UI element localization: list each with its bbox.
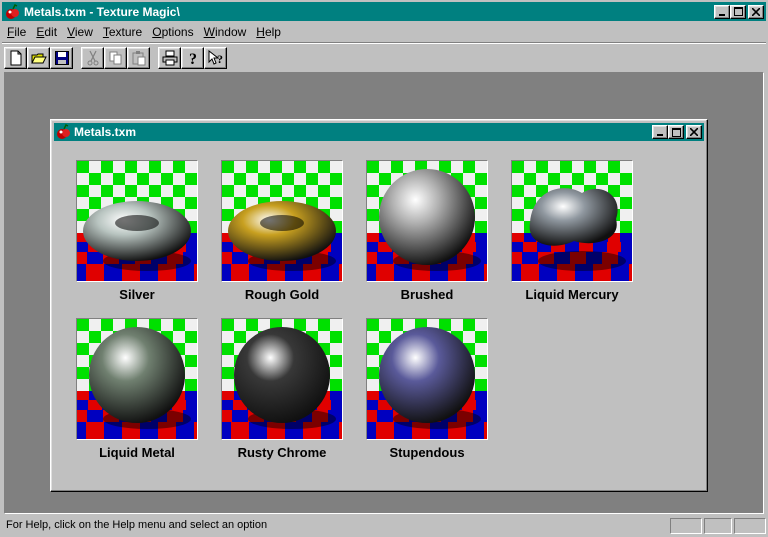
status-indicator-1 <box>670 517 702 534</box>
app-title: Metals.txm - Texture Magic\ <box>24 4 180 19</box>
child-app-icon[interactable] <box>56 123 72 140</box>
texture-thumb[interactable]: Silver <box>76 160 198 306</box>
texture-label: Liquid Metal <box>99 445 175 460</box>
status-indicator-3 <box>734 517 766 534</box>
copy-icon <box>109 51 121 65</box>
texture-preview[interactable] <box>221 160 343 282</box>
child-maximize-button[interactable] <box>668 125 684 139</box>
svg-text:?: ? <box>189 51 197 66</box>
paste-button[interactable] <box>127 47 150 69</box>
print-button[interactable] <box>158 47 181 69</box>
print-icon <box>162 50 177 66</box>
close-icon <box>690 128 698 136</box>
maximize-icon <box>671 127 681 137</box>
close-icon <box>752 7 760 16</box>
menu-help[interactable]: Help <box>251 23 286 41</box>
close-button[interactable] <box>748 4 764 19</box>
texture-label: Rusty Chrome <box>237 445 327 460</box>
save-icon <box>54 51 69 65</box>
texture-thumb[interactable]: Brushed <box>366 160 488 306</box>
child-window: Metals.txm Silver Rough Gold Brushed Liquid… <box>50 119 708 492</box>
menu-edit[interactable]: Edit <box>31 23 62 41</box>
minimize-icon <box>719 13 725 16</box>
menu-texture[interactable]: Texture <box>98 23 147 41</box>
texture-thumb[interactable]: Rusty Chrome <box>221 318 343 464</box>
svg-text:?: ? <box>217 52 223 66</box>
copy-button[interactable] <box>104 47 127 69</box>
texture-preview[interactable] <box>76 160 198 282</box>
menu-file[interactable]: File <box>2 23 31 41</box>
main-title-bar[interactable]: Metals.txm - Texture Magic\ <box>2 2 766 21</box>
child-title: Metals.txm <box>74 125 137 139</box>
texture-label: Liquid Mercury <box>525 287 619 302</box>
context-help-button[interactable]: ? <box>204 47 227 69</box>
cut-icon <box>87 50 98 66</box>
menu-window[interactable]: Window <box>199 23 252 41</box>
save-button[interactable] <box>50 47 73 69</box>
texture-thumb[interactable]: Liquid Metal <box>76 318 198 464</box>
maximize-button[interactable] <box>730 4 746 19</box>
minimize-icon <box>657 134 663 136</box>
texture-preview[interactable] <box>76 318 198 440</box>
minimize-button[interactable] <box>714 4 730 19</box>
texture-thumb[interactable]: Rough Gold <box>221 160 343 306</box>
child-title-bar[interactable]: Metals.txm <box>54 123 704 141</box>
texture-label: Brushed <box>400 287 454 302</box>
child-close-button[interactable] <box>686 125 702 139</box>
menu-bar: File Edit View Texture Options Window He… <box>2 22 766 42</box>
open-folder-icon <box>30 53 47 64</box>
status-indicator-2 <box>704 517 732 534</box>
texture-label: Rough Gold <box>244 287 320 302</box>
texture-label: Stupendous <box>389 445 465 460</box>
menu-options[interactable]: Options <box>147 23 198 41</box>
child-minimize-button[interactable] <box>652 125 668 139</box>
new-button[interactable] <box>4 47 27 69</box>
toolbar: ? ? <box>4 45 227 71</box>
status-bar: For Help, click on the Help menu and sel… <box>2 516 766 535</box>
texture-thumb[interactable]: Stupendous <box>366 318 488 464</box>
texture-gallery: Silver Rough Gold Brushed Liquid Mercury Liq… <box>54 142 704 488</box>
maximize-icon <box>733 7 743 16</box>
texture-preview[interactable] <box>511 160 633 282</box>
texture-thumb[interactable]: Liquid Mercury <box>511 160 633 306</box>
texture-preview[interactable] <box>366 318 488 440</box>
help-icon: ? <box>189 51 197 66</box>
texture-label: Silver <box>119 287 155 302</box>
menu-view[interactable]: View <box>62 23 98 41</box>
main-window: Metals.txm - Texture Magic\ File Edit Vi… <box>0 0 768 537</box>
new-file-icon <box>10 50 21 66</box>
texture-preview[interactable] <box>221 318 343 440</box>
cut-button[interactable] <box>81 47 104 69</box>
texture-preview[interactable] <box>366 160 488 282</box>
app-icon[interactable] <box>5 3 21 20</box>
context-help-icon: ? <box>208 50 223 66</box>
status-text: For Help, click on the Help menu and sel… <box>6 519 268 531</box>
paste-icon <box>132 51 145 66</box>
help-button[interactable]: ? <box>181 47 204 69</box>
open-button[interactable] <box>27 47 50 69</box>
menu-separator <box>2 42 766 44</box>
